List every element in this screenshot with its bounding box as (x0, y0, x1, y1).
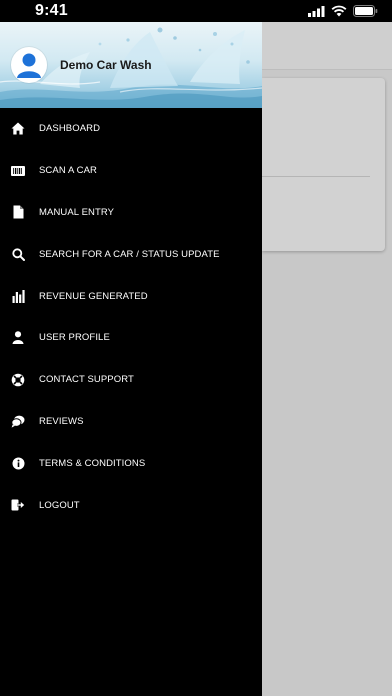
document-icon (11, 205, 25, 219)
menu-item-terms-conditions[interactable]: TERMS & CONDITIONS (0, 442, 262, 484)
business-name: Demo Car Wash (60, 58, 152, 72)
navigation-drawer: Demo Car Wash DASHBOARD SCAN A CAR MANUA… (0, 22, 262, 696)
status-time: 9:41 (35, 2, 68, 19)
menu-item-label: LOGOUT (39, 499, 80, 511)
info-icon (11, 456, 25, 470)
drawer-header: Demo Car Wash (0, 22, 262, 108)
status-icons (308, 4, 378, 22)
avatar[interactable] (11, 47, 47, 83)
background-app-bar (262, 22, 392, 70)
menu-item-contact-support[interactable]: CONTACT SUPPORT (0, 359, 262, 401)
battery-icon (353, 4, 378, 22)
menu-item-label: REVIEWS (39, 415, 84, 427)
menu-item-label: REVENUE GENERATED (39, 290, 148, 302)
background-card (262, 78, 385, 251)
chat-bubbles-icon (11, 414, 25, 428)
bar-chart-icon (11, 289, 25, 303)
drawer-menu: DASHBOARD SCAN A CAR MANUAL ENTRY SEARCH… (0, 108, 262, 526)
background-card-divider (262, 176, 370, 177)
menu-item-label: SEARCH FOR A CAR / STATUS UPDATE (39, 248, 220, 260)
menu-item-label: CONTACT SUPPORT (39, 374, 134, 386)
menu-item-label: SCAN A CAR (39, 165, 98, 177)
life-ring-icon (11, 373, 25, 387)
menu-item-label: MANUAL ENTRY (39, 206, 115, 218)
background-screen-scrim[interactable] (262, 22, 392, 696)
menu-item-search-for-a-car[interactable]: SEARCH FOR A CAR / STATUS UPDATE (0, 233, 262, 275)
home-icon (11, 122, 25, 136)
cellular-icon (308, 4, 325, 22)
menu-item-manual-entry[interactable]: MANUAL ENTRY (0, 192, 262, 234)
logout-icon (11, 498, 25, 512)
menu-item-dashboard[interactable]: DASHBOARD (0, 108, 262, 150)
menu-item-revenue-generated[interactable]: REVENUE GENERATED (0, 275, 262, 317)
menu-item-label: TERMS & CONDITIONS (39, 457, 146, 469)
search-icon (11, 247, 25, 261)
status-bar: 9:41 (0, 0, 392, 22)
menu-item-reviews[interactable]: REVIEWS (0, 401, 262, 443)
menu-item-label: DASHBOARD (39, 123, 101, 135)
user-icon (11, 331, 25, 345)
menu-item-logout[interactable]: LOGOUT (0, 484, 262, 526)
wifi-icon (331, 4, 347, 22)
barcode-icon (11, 164, 25, 178)
menu-item-label: USER PROFILE (39, 332, 110, 344)
menu-item-user-profile[interactable]: USER PROFILE (0, 317, 262, 359)
menu-item-scan-a-car[interactable]: SCAN A CAR (0, 150, 262, 192)
